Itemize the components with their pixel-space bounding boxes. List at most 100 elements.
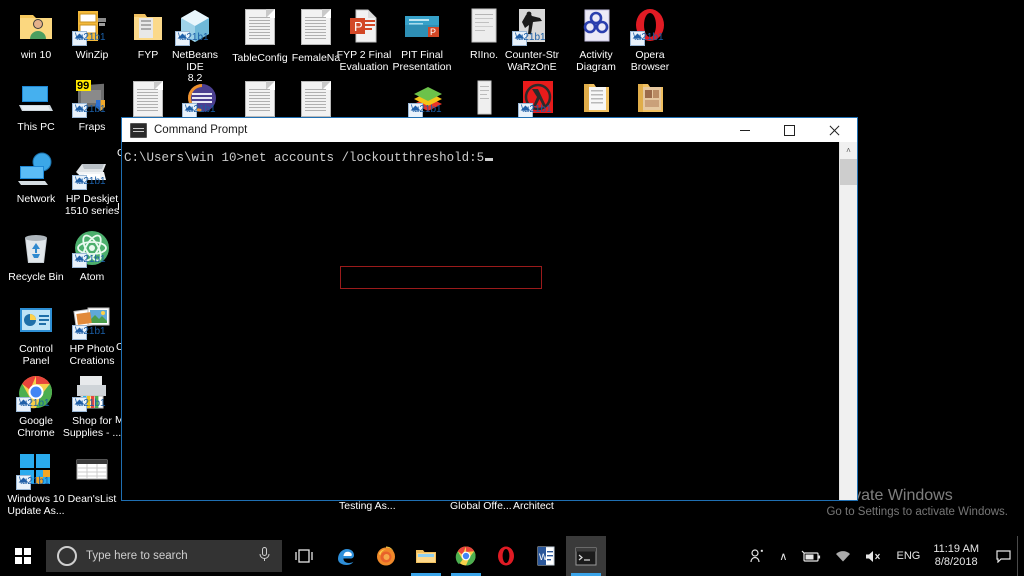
paper-note-icon: [464, 78, 504, 118]
search-input[interactable]: Type here to search: [46, 540, 282, 572]
shortcut-overlay-icon: \u21b1: [512, 31, 527, 46]
notification-icon[interactable]: [989, 536, 1017, 576]
fraps-icon: 99 \u21b1: [72, 78, 112, 118]
document-icon: [296, 9, 336, 49]
wifi-icon[interactable]: [828, 536, 858, 576]
taskbar-app-command-prompt[interactable]: [566, 536, 606, 576]
taskbar[interactable]: Type here to search W ∧: [0, 536, 1024, 576]
user-folder-icon: [16, 6, 56, 46]
taskbar-app-file-explorer[interactable]: [406, 536, 446, 576]
svg-text:W: W: [539, 552, 548, 562]
atom-icon: \u21b1: [72, 228, 112, 268]
shortcut-overlay-icon: \u21b1: [72, 175, 87, 190]
console-scrollbar[interactable]: ˄: [839, 142, 857, 500]
desktop-icon-label: Counter-Str WaRzOnE: [502, 50, 562, 73]
minimize-button[interactable]: [722, 118, 767, 142]
taskbar-app-edge[interactable]: [326, 536, 366, 576]
shortcut-overlay-icon: \u21b1: [72, 103, 87, 118]
desktop-icon-opera-browser[interactable]: \u21b1 Opera Browser: [614, 6, 686, 73]
shortcut-overlay-icon: \u21b1: [518, 103, 533, 118]
battery-icon[interactable]: [794, 536, 828, 576]
language-indicator[interactable]: ENG: [889, 536, 927, 576]
svg-text:99: 99: [77, 80, 89, 92]
console-prompt: C:\Users\win 10>: [124, 151, 244, 165]
shortcut-overlay-icon: \u21b1: [72, 253, 87, 268]
scroll-up-arrow-icon[interactable]: ˄: [840, 142, 857, 159]
task-view-button[interactable]: [282, 536, 326, 576]
chrome-icon: \u21b1: [16, 372, 56, 412]
obscured-label-global-offe: Global Offe...: [450, 500, 512, 512]
bluestacks-stack-icon: \u21b1: [408, 78, 448, 118]
desktop-icon-netbeans[interactable]: \u21b1 NetBeans IDE 8.2: [166, 6, 224, 85]
cortana-circle-icon[interactable]: [57, 546, 77, 566]
desktop-icon-atom[interactable]: \u21b1 Atom: [56, 228, 128, 284]
taskbar-app-chrome[interactable]: [446, 536, 486, 576]
this-pc-icon: [16, 78, 56, 118]
microphone-icon[interactable]: [259, 547, 270, 565]
desktop-icon-hp-photo-creations[interactable]: \u21b1 HP Photo Creations: [56, 300, 128, 367]
shortcut-overlay-icon: \u21b1: [16, 397, 31, 412]
taskbar-app-firefox[interactable]: [366, 536, 406, 576]
folder-icon: [128, 6, 168, 46]
scanned-document-icon: [464, 6, 504, 46]
command-prompt-window[interactable]: Command Prompt C:\Users\win 10>net accou…: [121, 117, 858, 501]
close-button[interactable]: [812, 118, 857, 142]
bluestacks-icon: \u21b1: [182, 78, 222, 118]
desktop-icon-label: Dean'sList: [56, 494, 128, 506]
shortcut-overlay-icon: \u21b1: [630, 31, 645, 46]
desktop-icon-label: FYP 2 Final Evaluation: [334, 50, 394, 73]
show-hidden-icons-chevron-icon[interactable]: ∧: [772, 536, 794, 576]
taskbar-app-word[interactable]: W: [526, 536, 566, 576]
shortcut-overlay-icon: \u21b1: [72, 31, 87, 46]
shortcut-overlay-icon: \u21b1: [72, 397, 87, 412]
clock-time: 11:19 AM: [933, 543, 979, 556]
desktop-icon-label: Opera Browser: [614, 50, 686, 73]
console-command: net accounts /lockoutthreshold:5: [244, 151, 484, 165]
powerpoint-icon: P: [344, 6, 384, 46]
console-output-area[interactable]: C:\Users\win 10>net accounts /lockoutthr…: [122, 142, 839, 500]
taskbar-app-opera[interactable]: [486, 536, 526, 576]
scrollbar-thumb[interactable]: [840, 159, 857, 185]
winzip-icon: \u21b1: [72, 6, 112, 46]
desktop-icon-photo-folder[interactable]: [614, 78, 686, 122]
desktop-icon-shop-for-supplies[interactable]: \u21b1 Shop for Supplies - ...: [56, 372, 128, 439]
shortcut-overlay-icon: \u21b1: [72, 325, 87, 340]
desktop-icon-label: PIT Final Presentation: [392, 50, 452, 73]
printer-icon: \u21b1: [72, 150, 112, 190]
document-icon: [296, 81, 336, 121]
shortcut-overlay-icon: \u21b1: [408, 103, 423, 118]
opera-icon: \u21b1: [630, 6, 670, 46]
spreadsheet-icon: [72, 450, 112, 490]
window-title-bar[interactable]: Command Prompt: [122, 118, 857, 143]
command-prompt-icon: [130, 123, 147, 138]
photo-folder-icon: [630, 78, 670, 118]
hp-photo-icon: \u21b1: [72, 300, 112, 340]
obscured-label-testing-as: Testing As...: [339, 500, 396, 512]
desktop-icon-pit-final-presentation[interactable]: P PIT Final Presentation: [392, 6, 452, 73]
desktop-icon-deans-list[interactable]: Dean'sList: [56, 450, 128, 506]
desktop-icon-label: Atom: [56, 272, 128, 284]
show-desktop-button[interactable]: [1017, 536, 1024, 576]
document-icon: [128, 81, 168, 121]
system-tray[interactable]: ∧ ENG 11:19 AM 8/8/2018: [743, 536, 1024, 576]
document-icon: [240, 9, 280, 49]
shortcut-overlay-icon: \u21b1: [16, 475, 31, 490]
watermark-subtitle: Go to Settings to activate Windows.: [826, 505, 1008, 520]
svg-text:P: P: [354, 19, 363, 34]
windows-logo-icon: [15, 548, 32, 565]
people-icon[interactable]: [743, 536, 772, 576]
desktop-icon-fyp2-final-evaluation[interactable]: P FYP 2 Final Evaluation: [334, 6, 394, 73]
recycle-bin-icon: [16, 228, 56, 268]
windows-update-icon: \u21b1: [16, 450, 56, 490]
maximize-button[interactable]: [767, 118, 812, 142]
visio-diagram-icon: [576, 6, 616, 46]
desktop-icon-counter-strike[interactable]: \u21b1 Counter-Str WaRzOnE: [502, 6, 562, 73]
start-button[interactable]: [0, 536, 46, 576]
document-icon: [240, 81, 280, 121]
text-cursor: [485, 158, 493, 161]
volume-muted-icon[interactable]: [858, 536, 889, 576]
printer-supplies-icon: \u21b1: [72, 372, 112, 412]
obscured-label-architect: Architect: [513, 500, 554, 512]
clock[interactable]: 11:19 AM 8/8/2018: [927, 543, 989, 569]
search-placeholder: Type here to search: [86, 550, 188, 562]
